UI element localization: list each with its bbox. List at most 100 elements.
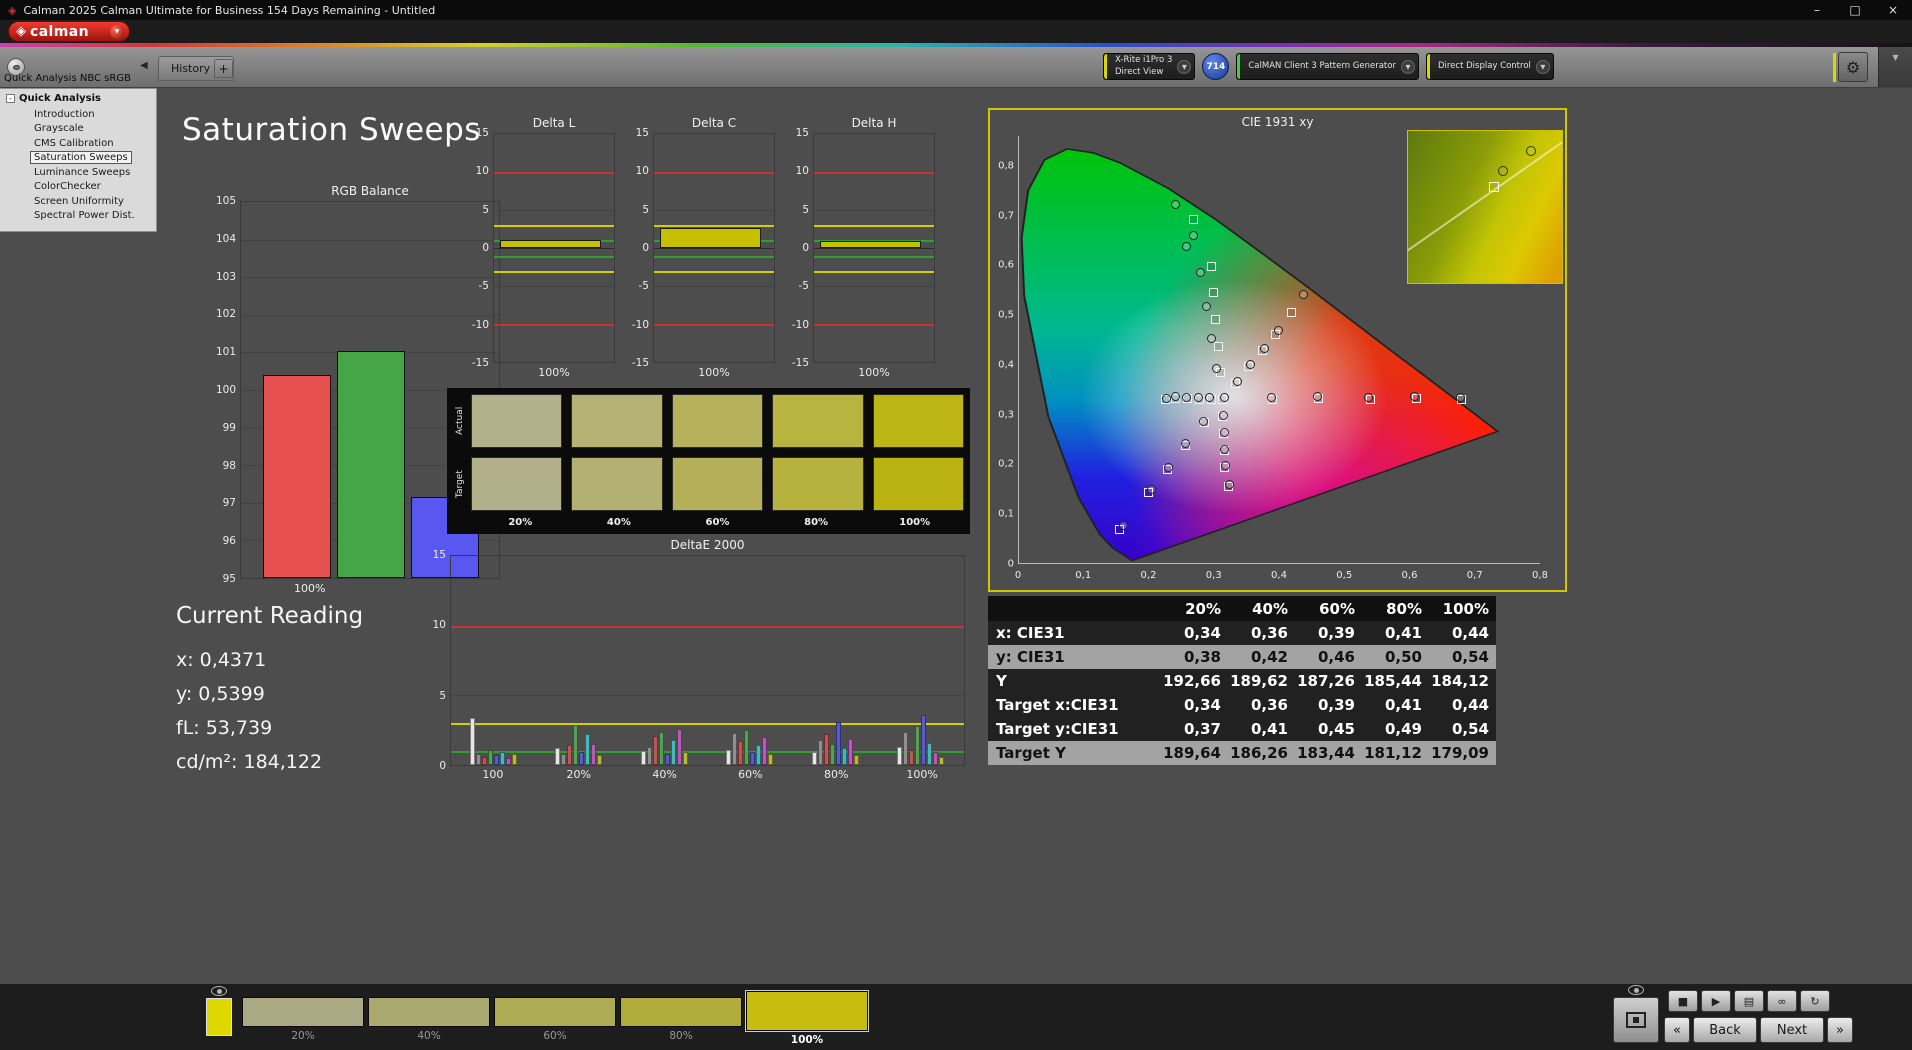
sidebar-root-quick-analysis[interactable]: - Quick Analysis (0, 92, 156, 106)
display-dropdown[interactable]: Direct Display Control ▼ (1425, 53, 1554, 80)
source-dropdown[interactable]: CalMAN Client 3 Pattern Generator ▼ (1236, 53, 1419, 80)
loop-button[interactable]: ↻ (1800, 990, 1830, 1012)
chart-title: DeltaE 2000 (670, 538, 745, 552)
meter-count-badge[interactable]: 714 (1202, 53, 1230, 80)
limit-line-green (451, 751, 964, 754)
y-tick-label: 95 (222, 573, 236, 585)
measurement-marker (1498, 165, 1509, 176)
chart-title: RGB Balance (331, 184, 409, 198)
tree-expander-icon[interactable]: - (6, 94, 15, 103)
row-label: y: CIE31 (996, 648, 1065, 666)
pattern-window-button[interactable] (1613, 997, 1659, 1043)
saturation-column-label: 80% (804, 517, 829, 528)
swatch-actual-60 (671, 394, 764, 448)
calman-logo[interactable]: ◈ calman ▼ (8, 21, 130, 42)
deltae-bar (927, 742, 933, 765)
level-button-40[interactable]: 40% (368, 991, 490, 1046)
last-page-button[interactable]: » (1827, 1017, 1853, 1043)
sidebar-item-luminance-sweeps[interactable]: Luminance Sweeps (30, 166, 134, 179)
sidebar-item-grayscale[interactable]: Grayscale (30, 122, 88, 135)
measurement-marker (1273, 326, 1283, 336)
save-button[interactable]: ▤ (1734, 990, 1764, 1012)
y-tick-label: 0 (439, 760, 446, 772)
maximize-button[interactable]: □ (1836, 0, 1874, 20)
logo-menu-button[interactable]: ▼ (110, 24, 124, 39)
tree-items: Introduction Grayscale CMS Calibration Satu… (0, 108, 156, 223)
add-tab-button[interactable]: + (214, 59, 233, 78)
column-header-60: 60% (1319, 599, 1355, 618)
measured-bar (660, 228, 761, 248)
sidebar-item-introduction[interactable]: Introduction (30, 108, 99, 121)
x-tick-label: 0,8 (1532, 570, 1548, 581)
chevron-down-icon: ▼ (114, 28, 120, 35)
close-button[interactable]: × (1874, 0, 1912, 20)
target-marker (1209, 287, 1219, 297)
y-tick-label: 98 (222, 459, 236, 472)
zero-axis-line (654, 248, 774, 249)
back-button[interactable]: Back (1693, 1017, 1757, 1043)
sidebar-item-screen-uniformity[interactable]: Screen Uniformity (30, 195, 128, 208)
meter-dropdown[interactable]: X-Rite i1Pro 3 Direct View ▼ (1103, 53, 1196, 80)
gridline (494, 209, 614, 211)
sidebar-item-cms-calibration[interactable]: CMS Calibration (30, 137, 118, 150)
sidebar-item-saturation-sweeps[interactable]: Saturation Sweeps (30, 151, 132, 164)
deltae-bar (841, 748, 847, 765)
eye-icon[interactable] (211, 986, 227, 996)
delta-c-chart: Delta C 15 10 5 0 -5 -10 -15 100% (627, 116, 775, 379)
sidebar: Quick Analysis NBC sRGB - Quick Analysis… (0, 71, 157, 232)
eye-icon[interactable] (1628, 985, 1644, 995)
bar-green (336, 350, 406, 578)
level-button-20[interactable]: 20% (242, 991, 364, 1046)
continuous-button[interactable]: ∞ (1767, 990, 1797, 1012)
table-cell: 0,49 (1384, 720, 1422, 738)
y-tick-label: -15 (631, 357, 649, 369)
level-swatch (746, 991, 868, 1031)
swatch-actual-80 (772, 394, 864, 448)
measurement-marker (1260, 343, 1270, 353)
y-tick-label: 5 (802, 203, 809, 216)
y-tick-label: 5 (482, 203, 489, 216)
current-color-swatch[interactable] (206, 998, 232, 1036)
first-page-button[interactable]: « (1664, 1017, 1690, 1043)
swatch-column-labels: 20% 40% 60% 80% 100% (471, 511, 964, 528)
gridline (494, 285, 614, 287)
play-button[interactable]: ▶ (1701, 990, 1731, 1012)
deltae-bar (591, 744, 597, 765)
level-button-100[interactable]: 100% (746, 991, 868, 1046)
table-cell: 0,42 (1250, 648, 1288, 666)
settings-button[interactable]: ⚙ (1838, 52, 1868, 82)
delta-h-chart: Delta H 15 10 5 0 -5 -10 -15 100% (787, 116, 935, 379)
measured-bar (820, 241, 921, 248)
cie-y-axis: 0 0,1 0,2 0,3 0,4 0,5 0,6 0,7 0,8 (992, 136, 1016, 569)
plot-area (653, 133, 775, 363)
row-label: Target y:CIE31 (996, 720, 1119, 738)
table-cell: 0,38 (1183, 648, 1221, 666)
deltae-bar (682, 752, 688, 765)
row-label: x: CIE31 (996, 624, 1065, 642)
toolbar: ◀ History 1 + X-Rite i1Pro 3 Direct View… (0, 47, 1912, 88)
y-tick-label: 102 (215, 308, 236, 321)
meter-status-accent (1104, 54, 1107, 79)
table-row-y-cie31: y: CIE31 0,38 0,42 0,46 0,50 0,54 (988, 645, 1496, 669)
sidebar-item-colorchecker[interactable]: ColorChecker (30, 180, 105, 193)
meter-mode: Direct View (1115, 66, 1164, 77)
measurement-marker (1162, 393, 1172, 403)
collapsed-panel-strip[interactable]: ▼ (1878, 47, 1912, 87)
minimize-button[interactable]: – (1798, 0, 1836, 20)
chart-title: CIE 1931 xy (1241, 115, 1314, 129)
table-cell: 0,46 (1317, 648, 1355, 666)
y-tick-label: -5 (798, 280, 809, 293)
measurement-marker (1193, 392, 1203, 402)
next-button[interactable]: Next (1760, 1017, 1824, 1043)
measurement-marker (1526, 145, 1537, 156)
measurement-marker (1118, 521, 1128, 531)
stop-button[interactable]: ■ (1668, 990, 1698, 1012)
y-tick-label: 10 (432, 619, 446, 632)
level-button-60[interactable]: 60% (494, 991, 616, 1046)
collapse-sidebar-button[interactable]: ◀ (140, 60, 148, 71)
sidebar-item-spectral-power-dist[interactable]: Spectral Power Dist. (30, 209, 139, 222)
plot-area (450, 555, 965, 766)
row-label-actual: Actual (455, 406, 465, 436)
limit-line-red (814, 171, 934, 174)
level-button-80[interactable]: 80% (620, 991, 742, 1046)
